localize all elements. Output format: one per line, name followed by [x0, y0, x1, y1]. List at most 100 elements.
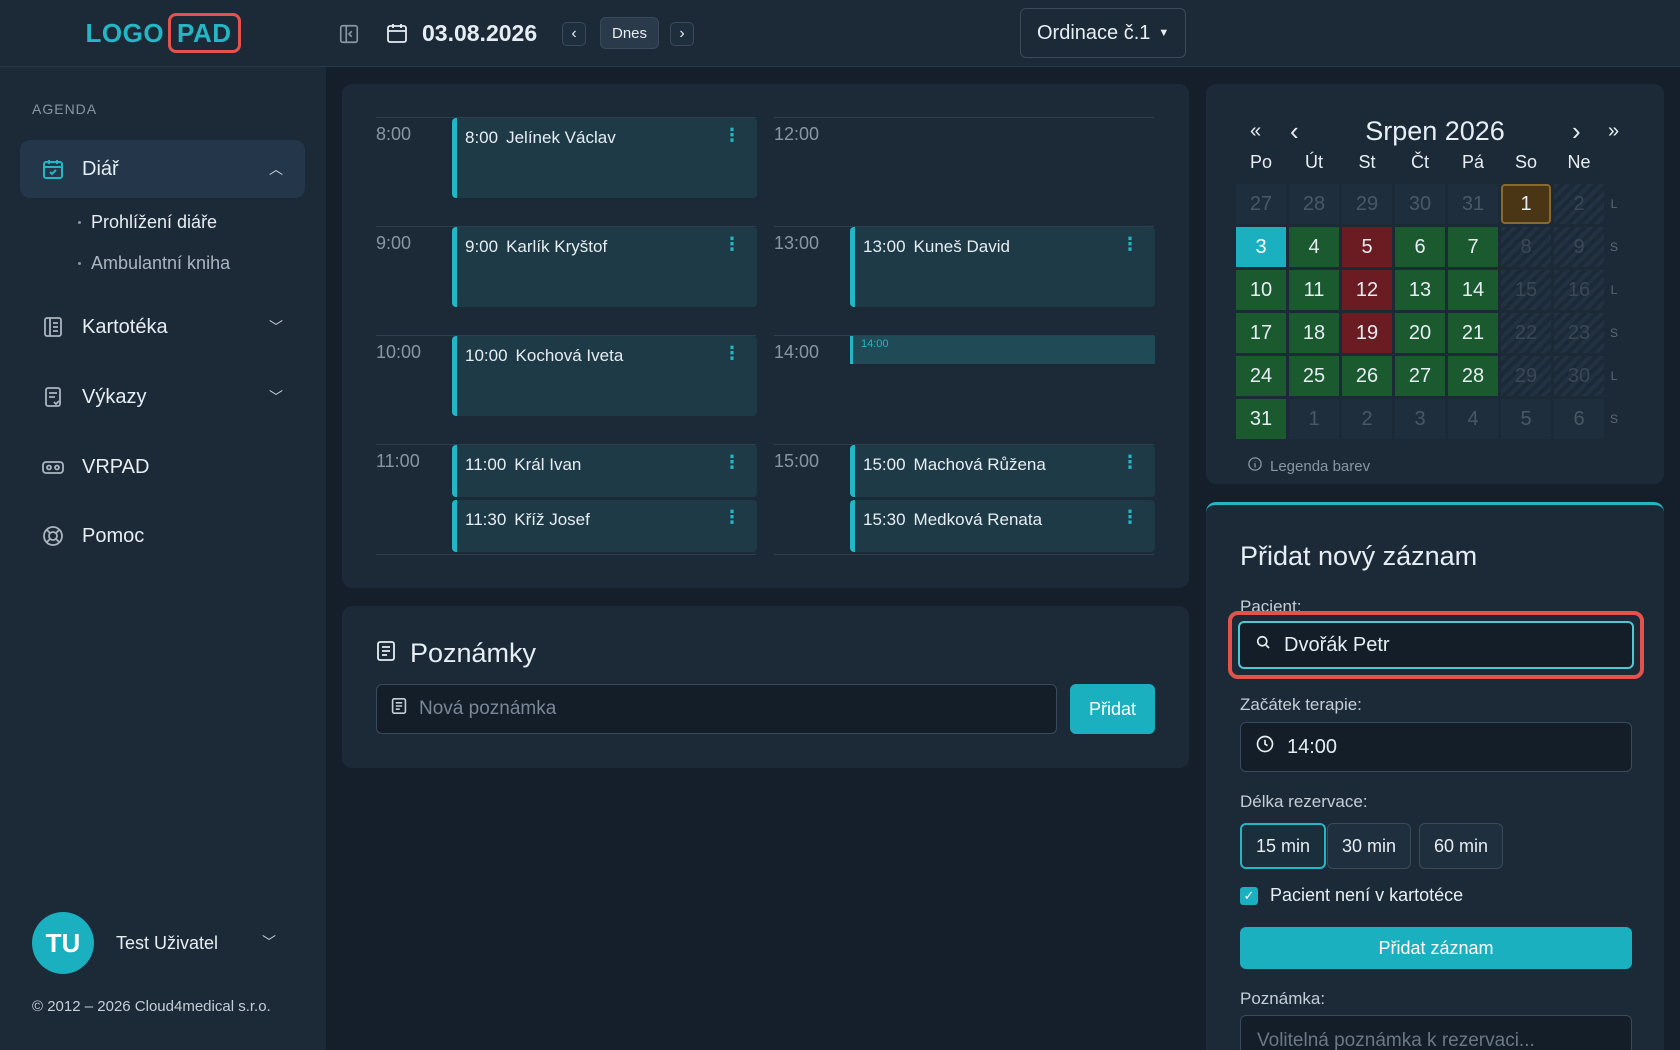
more-vertical-icon[interactable]: ⋮: [723, 235, 741, 253]
calendar-day[interactable]: 16: [1554, 270, 1604, 310]
calendar-day[interactable]: 7: [1448, 227, 1498, 267]
calendar-day[interactable]: 11: [1289, 270, 1339, 310]
start-time-input[interactable]: 14:00: [1240, 722, 1632, 772]
next-month-button[interactable]: ›: [1572, 116, 1581, 147]
sidebar-subitem-prohlizeni[interactable]: Prohlížení diáře: [78, 212, 217, 233]
calendar-day[interactable]: 1: [1501, 184, 1551, 224]
calendar-day[interactable]: 23: [1554, 313, 1604, 353]
appointment-card[interactable]: 13:00 Kuneš David ⋮: [850, 227, 1155, 307]
current-date[interactable]: 03.08.2026: [422, 18, 537, 48]
sidebar-item-diar[interactable]: Diář ︿: [20, 140, 305, 198]
new-note-input[interactable]: Nová poznámka: [376, 684, 1057, 734]
start-time-value: 14:00: [1287, 735, 1338, 758]
logo[interactable]: LOGO PAD: [0, 0, 326, 67]
calendar-day[interactable]: 27: [1236, 184, 1286, 224]
ordinace-select[interactable]: Ordinace č.1 ▼: [1020, 8, 1187, 58]
calendar-day[interactable]: 3: [1236, 227, 1286, 267]
more-vertical-icon[interactable]: ⋮: [723, 508, 741, 526]
calendar-day[interactable]: 28: [1289, 184, 1339, 224]
sidebar-subitem-ambulantni[interactable]: Ambulantní kniha: [78, 253, 230, 274]
calendar-day[interactable]: 5: [1501, 399, 1551, 439]
calendar-day[interactable]: 25: [1289, 356, 1339, 396]
calendar-day[interactable]: 27: [1395, 356, 1445, 396]
duration-label: Délka rezervace:: [1240, 792, 1368, 811]
calendar-day[interactable]: 5: [1342, 227, 1392, 267]
user-menu[interactable]: TU Test Uživatel: [32, 912, 218, 974]
chevron-down-icon[interactable]: ﹀: [262, 932, 276, 952]
patient-highlight-box: Dvořák Petr: [1228, 611, 1644, 679]
calendar-day[interactable]: 9: [1554, 227, 1604, 267]
not-in-registry-checkbox-row[interactable]: ✓ Pacient není v kartotéce: [1240, 885, 1463, 906]
more-vertical-icon[interactable]: ⋮: [1121, 508, 1139, 526]
appointment-card[interactable]: 11:00 Král Ivan ⋮: [452, 445, 757, 497]
appointment-card[interactable]: 15:00 Machová Růžena ⋮: [850, 445, 1155, 497]
calendar-icon[interactable]: [384, 20, 410, 46]
calendar-day[interactable]: 18: [1289, 313, 1339, 353]
calendar-day[interactable]: 8: [1501, 227, 1551, 267]
appointment-card[interactable]: 15:30 Medková Renata ⋮: [850, 500, 1155, 552]
calendar-day[interactable]: 1: [1289, 399, 1339, 439]
appointment-time: 11:00: [465, 455, 507, 474]
new-slot-placeholder[interactable]: 14:00: [850, 336, 1155, 364]
calendar-day[interactable]: 24: [1236, 356, 1286, 396]
add-record-button[interactable]: Přidat záznam: [1240, 927, 1632, 969]
calendar-day[interactable]: 14: [1448, 270, 1498, 310]
more-vertical-icon[interactable]: ⋮: [723, 344, 741, 362]
more-vertical-icon[interactable]: ⋮: [1121, 453, 1139, 471]
today-button[interactable]: Dnes: [600, 17, 660, 49]
sidebar-item-vykazy[interactable]: Výkazy ﹀: [20, 368, 305, 426]
calendar-day[interactable]: 28: [1448, 356, 1498, 396]
calendar-day[interactable]: 29: [1501, 356, 1551, 396]
calendar-day[interactable]: 21: [1448, 313, 1498, 353]
calendar-day[interactable]: 15: [1501, 270, 1551, 310]
calendar-day[interactable]: 17: [1236, 313, 1286, 353]
prev-day-button[interactable]: ‹: [562, 22, 586, 46]
appointment-card[interactable]: 11:30 Kříž Josef ⋮: [452, 500, 757, 552]
appointment-patient: Kříž Josef: [514, 510, 590, 529]
next-day-button[interactable]: ›: [670, 22, 694, 46]
appointment-card[interactable]: 9:00 Karlík Kryštof ⋮: [452, 227, 757, 307]
calendar-day[interactable]: 31: [1448, 184, 1498, 224]
calendar-day[interactable]: 3: [1395, 399, 1445, 439]
duration-30-button[interactable]: 30 min: [1327, 823, 1412, 869]
appointment-card[interactable]: 8:00 Jelínek Václav ⋮: [452, 118, 757, 198]
appointment-card[interactable]: 10:00 Kochová Iveta ⋮: [452, 336, 757, 416]
next-year-button[interactable]: »: [1608, 120, 1619, 143]
section-label-agenda: AGENDA: [32, 101, 98, 117]
checkbox-checked-icon[interactable]: ✓: [1240, 886, 1258, 905]
sidebar-toggle-icon[interactable]: [336, 21, 362, 47]
add-note-button[interactable]: Přidat: [1070, 684, 1155, 734]
patient-search-input[interactable]: Dvořák Petr: [1238, 621, 1634, 669]
calendar-day[interactable]: 4: [1448, 399, 1498, 439]
calendar-day[interactable]: 6: [1554, 399, 1604, 439]
calendar-day[interactable]: 2: [1554, 184, 1604, 224]
sidebar-item-vrpad[interactable]: VRPAD: [20, 438, 305, 496]
calendar-day[interactable]: 29: [1342, 184, 1392, 224]
calendar-day[interactable]: 4: [1289, 227, 1339, 267]
calendar-day[interactable]: 22: [1501, 313, 1551, 353]
reservation-note-textarea[interactable]: Volitelná poznámka k rezervaci...: [1240, 1015, 1632, 1050]
more-vertical-icon[interactable]: ⋮: [723, 453, 741, 471]
calendar-day[interactable]: 6: [1395, 227, 1445, 267]
duration-15-button[interactable]: 15 min: [1240, 823, 1327, 869]
weekday-label: Pá: [1461, 152, 1485, 172]
calendar-day[interactable]: 20: [1395, 313, 1445, 353]
calendar-day[interactable]: 30: [1395, 184, 1445, 224]
appointment-time: 15:00: [863, 455, 906, 474]
calendar-day[interactable]: 13: [1395, 270, 1445, 310]
calendar-day[interactable]: 12: [1342, 270, 1392, 310]
calendar-day[interactable]: 2: [1342, 399, 1392, 439]
copyright: © 2012 – 2026 Cloud4medical s.r.o.: [32, 998, 271, 1015]
sidebar-item-pomoc[interactable]: Pomoc: [20, 507, 305, 565]
calendar-day[interactable]: 10: [1236, 270, 1286, 310]
sidebar-item-kartoteka[interactable]: Kartotéka ﹀: [20, 298, 305, 356]
calendar-day[interactable]: 19: [1342, 313, 1392, 353]
more-vertical-icon[interactable]: ⋮: [723, 126, 741, 144]
calendar-day[interactable]: 31: [1236, 399, 1286, 439]
more-vertical-icon[interactable]: ⋮: [1121, 235, 1139, 253]
duration-60-button[interactable]: 60 min: [1419, 823, 1504, 869]
sidebar-item-label: Diář: [82, 157, 119, 180]
calendar-day[interactable]: 26: [1342, 356, 1392, 396]
color-legend[interactable]: Legenda barev: [1248, 457, 1370, 475]
calendar-day[interactable]: 30: [1554, 356, 1604, 396]
